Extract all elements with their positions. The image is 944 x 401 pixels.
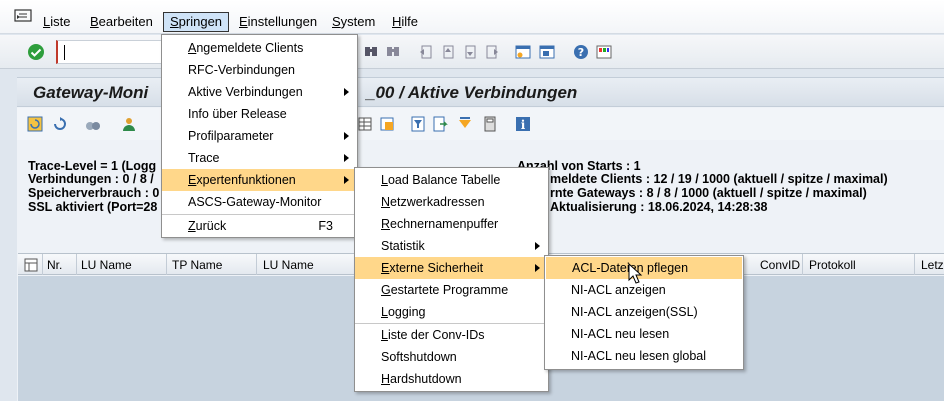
info-gateways: rnte Gateways : 8 / 8 / 1000 (aktuell / … — [550, 186, 867, 200]
menu-item-externe-sicherheit[interactable]: Externe Sicherheit — [355, 257, 548, 279]
column-lu-name-2[interactable]: LU Name — [263, 258, 314, 272]
shortcut-icon[interactable] — [539, 44, 555, 60]
help-icon[interactable]: ? — [573, 44, 589, 60]
export-icon[interactable] — [432, 116, 448, 132]
layout-icon[interactable] — [379, 116, 395, 132]
menu-item-info-release[interactable]: Info über Release — [162, 103, 357, 125]
sort-icon[interactable] — [457, 116, 473, 132]
menu-item-expertenfunktionen[interactable]: Expertenfunktionen — [162, 169, 357, 191]
menu-item-logging[interactable]: Logging — [355, 301, 548, 323]
info-clients: meldete Clients : 12 / 19 / 1000 (aktuel… — [550, 172, 888, 186]
info-icon[interactable]: i — [515, 116, 531, 132]
column-nr[interactable]: Nr. — [47, 258, 62, 272]
title-bar: Gateway-Moni _00 / Aktive Verbindungen — [17, 77, 944, 107]
customize-layout-icon[interactable] — [596, 44, 612, 60]
system-menu-icon[interactable] — [14, 9, 32, 23]
mouse-pointer-icon — [628, 263, 643, 284]
system-toolbar: ? — [0, 35, 944, 69]
info-ssl: SSL aktiviert (Port=28 — [28, 200, 158, 214]
refresh-icon[interactable] — [27, 116, 43, 132]
info-trace-level: Trace-Level = 1 (Logg — [28, 159, 157, 173]
submenu-arrow-icon — [535, 264, 540, 272]
menu-hilfe[interactable]: Hilfe — [392, 14, 418, 30]
column-tp-name[interactable]: TP Name — [172, 258, 222, 272]
menu-system[interactable]: System — [332, 14, 375, 30]
menu-bearbeiten[interactable]: Bearbeiten — [90, 14, 153, 30]
shortcut-label: F3 — [318, 219, 333, 233]
enter-checkmark-icon[interactable] — [27, 43, 45, 61]
command-field[interactable] — [56, 40, 162, 64]
last-page-icon[interactable] — [484, 44, 500, 60]
menu-item-aktive-verbindungen[interactable]: Aktive Verbindungen — [162, 81, 357, 103]
springen-dropdown: Angemeldete Clients RFC-Verbindungen Akt… — [161, 34, 358, 238]
menu-item-ascs-gateway-monitor[interactable]: ASCS-Gateway-Monitor — [162, 191, 357, 213]
user-icon[interactable] — [121, 116, 137, 132]
menu-einstellungen[interactable]: Einstellungen — [239, 14, 317, 30]
submenu-arrow-icon — [344, 176, 349, 184]
previous-page-icon[interactable] — [440, 44, 456, 60]
submenu-arrow-icon — [344, 154, 349, 162]
column-convid[interactable]: ConvID — [760, 258, 800, 272]
column-lu-name[interactable]: LU Name — [81, 258, 132, 272]
menu-springen[interactable]: Springen — [163, 12, 230, 32]
menu-item-profilparameter[interactable]: Profilparameter — [162, 125, 357, 147]
submenu-arrow-icon — [535, 242, 540, 250]
column-letzte[interactable]: Letz — [921, 258, 944, 272]
menu-item-statistik[interactable]: Statistik — [355, 235, 548, 257]
externe-sicherheit-submenu: ACL-Dateien pflegen NI-ACL anzeigen NI-A… — [544, 255, 744, 370]
select-layout-icon[interactable] — [24, 258, 38, 272]
reload-icon[interactable] — [52, 116, 68, 132]
menu-item-rfc-verbindungen[interactable]: RFC-Verbindungen — [162, 59, 357, 81]
menu-item-ni-acl-neu-lesen-global[interactable]: NI-ACL neu lesen global — [545, 345, 743, 367]
page-title-right: _00 / Aktive Verbindungen — [366, 83, 578, 102]
create-session-icon[interactable] — [515, 44, 531, 60]
menu-item-liste-conv-ids[interactable]: Liste der Conv-IDs — [355, 324, 548, 346]
next-page-icon[interactable] — [462, 44, 478, 60]
submenu-arrow-icon — [344, 132, 349, 140]
menu-item-load-balance[interactable]: Load Balance Tabelle — [355, 169, 548, 191]
grid-icon[interactable] — [357, 116, 373, 132]
info-last-update: Aktualisierung : 18.06.2024, 14:28:38 — [550, 200, 768, 214]
filter-icon[interactable] — [410, 116, 426, 132]
menu-item-gestartete-programme[interactable]: Gestartete Programme — [355, 279, 548, 301]
menu-item-rechnernamenpuffer[interactable]: Rechnernamenpuffer — [355, 213, 548, 235]
menu-item-ni-acl-anzeigen[interactable]: NI-ACL anzeigen — [545, 279, 743, 301]
svg-text:i: i — [521, 118, 526, 132]
menu-item-softshutdown[interactable]: Softshutdown — [355, 346, 548, 368]
svg-text:?: ? — [578, 46, 584, 59]
menu-item-zurueck[interactable]: Zurück F3 — [162, 215, 357, 237]
find-next-icon[interactable] — [385, 44, 401, 60]
menu-item-hardshutdown[interactable]: Hardshutdown — [355, 368, 548, 390]
column-protokoll[interactable]: Protokoll — [809, 258, 856, 272]
page-title-left: Gateway-Moni — [33, 83, 149, 102]
menu-item-angemeldete-clients[interactable]: Angemeldete Clients — [162, 37, 357, 59]
menu-liste[interactable]: Liste — [43, 14, 70, 30]
calculator-icon[interactable] — [482, 116, 498, 132]
menu-item-ni-acl-anzeigen-ssl[interactable]: NI-ACL anzeigen(SSL) — [545, 301, 743, 323]
menu-item-trace[interactable]: Trace — [162, 147, 357, 169]
menu-bar: Liste Bearbeiten Springen Einstellungen … — [0, 0, 944, 34]
info-connections: Verbindungen : 0 / 8 / — [28, 172, 154, 186]
info-memory: Speicherverbrauch : 0 — [28, 186, 160, 200]
connections-icon[interactable] — [85, 116, 101, 132]
submenu-arrow-icon — [344, 88, 349, 96]
menu-item-netzwerkadressen[interactable]: Netzwerkadressen — [355, 191, 548, 213]
find-icon[interactable] — [363, 44, 379, 60]
menu-item-ni-acl-neu-lesen[interactable]: NI-ACL neu lesen — [545, 323, 743, 345]
first-page-icon[interactable] — [418, 44, 434, 60]
expertenfunktionen-submenu: Load Balance Tabelle Netzwerkadressen Re… — [354, 167, 549, 392]
menu-item-acl-dateien-pflegen[interactable]: ACL-Dateien pflegen — [546, 257, 742, 279]
application-toolbar: i — [17, 108, 944, 140]
